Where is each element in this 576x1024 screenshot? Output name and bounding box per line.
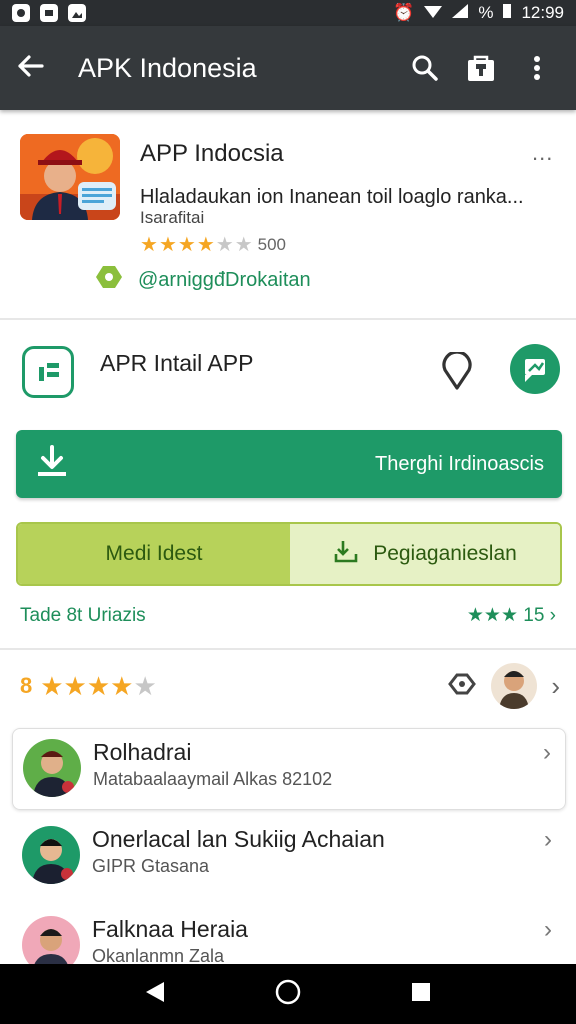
- nav-home-icon[interactable]: [275, 979, 301, 1010]
- review-stars: ★★★★★: [40, 670, 157, 701]
- reviewer-name: Onerlacal lan Sukiig Achaian: [92, 826, 385, 852]
- app-name: APP Indocsia: [140, 140, 284, 167]
- signal-icon: [452, 3, 469, 23]
- notification-icon: [12, 4, 30, 22]
- reviewer-avatar: [22, 826, 80, 884]
- download-button-label: Therghi Irdinoascis: [375, 452, 544, 475]
- reviewer-detail: Matabaalaaymail Alkas 82102: [93, 769, 333, 789]
- overflow-menu-icon[interactable]: [514, 45, 560, 91]
- rating-count: 500: [257, 234, 286, 254]
- install-app-icon: [22, 346, 74, 398]
- star-half-icon: ★: [196, 234, 215, 256]
- review-header: 8 ★★★★★ ›: [20, 660, 560, 712]
- trade-label: Tade 8t Uriazis: [20, 604, 146, 626]
- download-button[interactable]: Therghi Irdinoascis: [16, 430, 562, 498]
- install-row: APR Intail APP: [0, 322, 576, 422]
- nav-recents-icon[interactable]: [410, 981, 432, 1008]
- clock: 12:99: [521, 3, 564, 22]
- trade-stars[interactable]: ★★★ 15 ›: [467, 604, 556, 627]
- wifi-icon: [424, 3, 443, 23]
- review-card[interactable]: Rolhadrai Matabaalaaymail Alkas 82102 ›: [12, 728, 566, 810]
- back-arrow-icon[interactable]: [16, 54, 44, 83]
- install-tray-icon: [333, 538, 359, 570]
- nav-back-icon[interactable]: [144, 980, 166, 1009]
- app-subtitle: Isarafitai: [140, 208, 205, 227]
- alarm-icon: ⏰: [393, 3, 415, 22]
- search-icon[interactable]: [402, 45, 448, 91]
- package-button[interactable]: Pegiaganieslan: [290, 524, 560, 584]
- user-avatar[interactable]: [491, 663, 538, 709]
- store-bag-icon[interactable]: [458, 45, 504, 91]
- developer-badge-icon: [94, 264, 124, 296]
- review-card[interactable]: Onerlacal lan Sukiig Achaian GIPR Gtasan…: [12, 816, 566, 898]
- review-score: 8: [20, 673, 33, 698]
- app-rating: ★ ★ ★ ★ ★ ★ 500: [140, 232, 286, 257]
- package-button-label: Pegiaganieslan: [373, 542, 517, 565]
- reviewer-name: Rolhadrai: [93, 739, 192, 765]
- chevron-right-icon[interactable]: ›: [544, 826, 552, 854]
- star-icon: ★: [177, 234, 196, 256]
- divider: [0, 648, 576, 650]
- battery-icon: [503, 3, 512, 23]
- reviewer-name: Falknaa Heraia: [92, 916, 248, 942]
- share-icon[interactable]: [447, 671, 477, 702]
- image-icon: [68, 4, 86, 22]
- status-bar: ⏰ % 12:99: [0, 0, 576, 26]
- reviewer-detail: GIPR Gtasana: [92, 856, 210, 876]
- star-icon: ★: [158, 234, 177, 256]
- battery-text: %: [478, 3, 494, 22]
- star-icon: ★: [140, 234, 158, 256]
- install-label: APR Intail APP: [100, 350, 254, 376]
- message-icon: [40, 4, 58, 22]
- twin-button-group: Medi Idest Pegiaganieslan: [16, 522, 562, 586]
- reviewer-avatar: [23, 739, 81, 797]
- developer-row[interactable]: @arniggđDrokaitan: [94, 264, 311, 296]
- app-bar-title: APK Indonesia: [78, 52, 257, 83]
- more-options-icon[interactable]: ...: [532, 140, 553, 166]
- chevron-right-icon[interactable]: ›: [544, 916, 552, 944]
- chevron-right-icon[interactable]: ›: [543, 739, 551, 767]
- media-button-label: Medi Idest: [105, 542, 203, 565]
- chevron-right-icon[interactable]: ›: [551, 671, 560, 702]
- chat-icon[interactable]: [510, 344, 560, 394]
- app-icon[interactable]: [20, 134, 120, 220]
- media-button[interactable]: Medi Idest: [18, 524, 290, 584]
- developer-name[interactable]: @arniggđDrokaitan: [138, 269, 311, 292]
- star-empty-icon: ★: [215, 234, 234, 256]
- location-pin-icon[interactable]: [440, 350, 474, 395]
- app-description: Hlaladaukan ion Inanean toil loaglo rank…: [140, 186, 524, 208]
- star-empty-icon: ★: [234, 234, 253, 256]
- download-icon: [34, 444, 70, 485]
- system-nav-bar: [0, 964, 576, 1024]
- divider: [0, 318, 576, 320]
- trade-row[interactable]: Tade 8t Uriazis ★★★ 15 ›: [20, 604, 556, 627]
- app-bar: APK Indonesia: [0, 26, 576, 110]
